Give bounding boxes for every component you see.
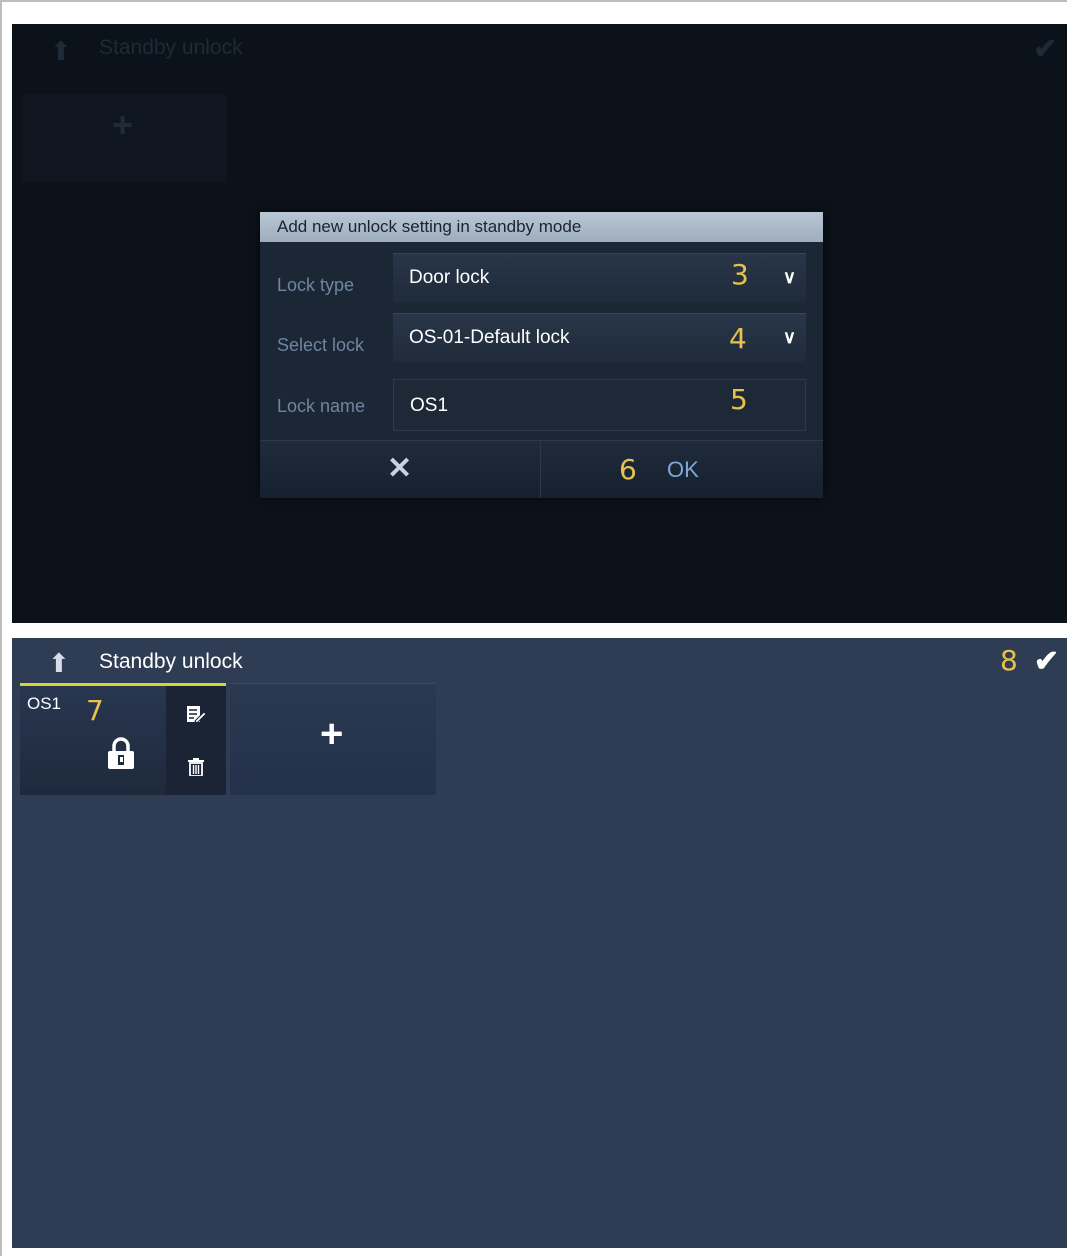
dialog-button-bar: ✕ 6 OK [260, 440, 823, 498]
dialog-title: Add new unlock setting in standby mode [260, 212, 823, 242]
annotation-7: 7 [86, 694, 104, 727]
lock-name-label: Lock name [277, 396, 366, 416]
lock-type-label: Lock type [277, 275, 355, 295]
checkmark-icon[interactable]: ✔ [1034, 644, 1059, 679]
up-arrow-icon[interactable]: ⬆ [48, 648, 70, 679]
chevron-down-icon: ∨ [782, 267, 796, 287]
select-lock-value: OS-01-Default lock [409, 327, 570, 348]
checkmark-icon[interactable]: ✔ [1034, 32, 1057, 65]
ok-button[interactable]: 6 OK [542, 441, 823, 498]
trash-icon[interactable] [188, 758, 204, 781]
select-lock-dropdown[interactable]: OS-01-Default lock 4 ∨ [393, 313, 806, 363]
plus-icon: + [320, 712, 344, 756]
annotation-5: 5 [730, 383, 748, 416]
lock-name-value: OS1 [410, 395, 449, 416]
cancel-button[interactable]: ✕ [260, 441, 541, 498]
card-action-panel [166, 686, 226, 795]
page-title: Standby unlock [99, 36, 243, 59]
select-lock-row: Select lock OS-01-Default lock 4 ∨ [260, 313, 823, 363]
add-unlock-dialog: Add new unlock setting in standby mode L… [260, 212, 823, 498]
screen-list: ⬆ Standby unlock 8 ✔ OS1 7 + [12, 638, 1067, 1248]
plus-icon[interactable]: + [112, 104, 133, 146]
annotation-4: 4 [729, 322, 747, 355]
select-lock-label: Select lock [277, 335, 365, 355]
up-arrow-icon[interactable]: ⬆ [50, 36, 72, 67]
edit-icon[interactable] [186, 704, 207, 729]
add-unlock-tile[interactable]: + [230, 683, 436, 795]
card-name: OS1 [27, 694, 62, 713]
lock-type-row: Lock type Door lock 3 ∨ [260, 253, 823, 303]
screen-dialog: ⬆ Standby unlock ✔ + Add new unlock sett… [12, 24, 1067, 623]
padlock-icon [106, 736, 136, 775]
annotation-8: 8 [1000, 644, 1018, 677]
ok-label: OK [667, 457, 699, 482]
lock-name-input[interactable]: OS1 5 [393, 379, 806, 431]
annotation-6: 6 [619, 453, 637, 486]
unlock-card-os1[interactable]: OS1 7 [20, 683, 226, 795]
chevron-down-icon: ∨ [782, 327, 796, 347]
annotation-3: 3 [731, 258, 749, 291]
close-icon: ✕ [387, 452, 413, 485]
lock-type-dropdown[interactable]: Door lock 3 ∨ [393, 253, 806, 303]
header-dimmed: ⬆ Standby unlock ✔ [12, 24, 1067, 70]
lock-type-value: Door lock [409, 267, 490, 288]
page-title: Standby unlock [99, 650, 243, 673]
lock-name-row: Lock name OS1 5 [260, 379, 823, 431]
